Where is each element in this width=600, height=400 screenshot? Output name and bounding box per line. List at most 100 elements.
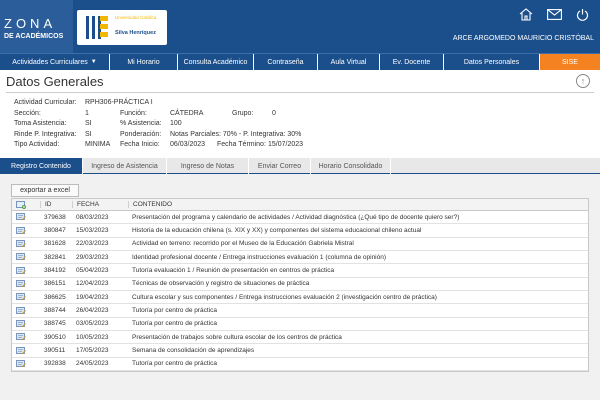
edit-icon[interactable] [12, 333, 40, 341]
table-row: 386625 19/04/2023 Cultura escolar y sus co… [12, 291, 588, 305]
cell-fecha: 05/04/2023 [76, 267, 109, 275]
cell-fecha: 24/05/2023 [76, 360, 109, 368]
table-row: 390510 10/05/2023 Presentación de trabajos… [12, 331, 588, 345]
nav-datos-personales[interactable]: Datos Personales [444, 54, 540, 70]
tab-bar: Registro Contenido Ingreso de Asistencia… [0, 158, 600, 174]
edit-icon[interactable] [12, 213, 40, 221]
cell-contenido: Tutoría por centro de práctica [132, 307, 218, 315]
cell-contenido: Técnicas de observación y registro de si… [132, 280, 310, 288]
info-label: Ponderación: [120, 130, 162, 138]
nav-sise[interactable]: SISE [540, 54, 600, 70]
info-label: Grupo: [232, 109, 254, 117]
university-name-line2: Silva Henríquez [115, 30, 156, 36]
export-excel-button[interactable]: exportar a excel [11, 184, 79, 197]
info-label: Fecha Término: [217, 141, 266, 148]
header: ZONA DE ACADÉMICOS Universidad Católica … [0, 0, 600, 53]
cell-fecha: 03/05/2023 [76, 320, 109, 328]
edit-icon[interactable] [12, 253, 40, 261]
cell-fecha: 10/05/2023 [76, 333, 109, 341]
info-value: 0 [272, 109, 276, 117]
nav-actividades-curriculares[interactable]: Actividades Curriculares ▼ [0, 54, 110, 70]
table-row: 384192 05/04/2023 Tutoría evaluación 1 / R… [12, 264, 588, 278]
tab-enviar-correo[interactable]: Enviar Correo [249, 158, 311, 174]
nav-ev-docente[interactable]: Ev. Docente [380, 54, 444, 70]
edit-icon[interactable] [12, 360, 40, 368]
table-row: 388745 03/05/2023 Tutoría por centro de pr… [12, 318, 588, 332]
nav-label: Consulta Académico [183, 58, 248, 66]
cell-id: 386151 [44, 280, 66, 288]
tab-horario-consolidado[interactable]: Horario Consolidado [311, 158, 391, 174]
cell-fecha: 26/04/2023 [76, 307, 109, 315]
edit-icon[interactable] [12, 293, 40, 301]
page-title: Datos Generales [6, 74, 104, 89]
add-row-icon[interactable] [12, 200, 40, 209]
column-header-id: ID [40, 201, 72, 208]
tab-label: Ingreso de Asistencia [91, 162, 158, 170]
cell-contenido: Tutoría por centro de práctica [132, 320, 218, 328]
table-body: 379638 08/03/2023 Presentación del program… [12, 211, 588, 372]
nav-contrasena[interactable]: Contraseña [254, 54, 318, 70]
nav-label: Datos Personales [463, 58, 520, 66]
content-table: ID FECHA CONTENIDO 379638 08/03/2023 Prese… [11, 198, 589, 373]
cell-id: 390511 [44, 347, 66, 355]
tab-label: Horario Consolidado [318, 162, 383, 170]
university-name-line1: Universidad Católica [115, 15, 157, 20]
edit-icon[interactable] [12, 226, 40, 235]
info-value: Notas Parciales: 70% - P. Integrativa: 3… [170, 130, 302, 138]
cell-contenido: Cultura escolar y sus componentes / Entr… [132, 293, 437, 301]
cell-id: 392838 [44, 360, 66, 368]
nav-mi-horario[interactable]: Mi Horario [110, 54, 178, 70]
header-icons [518, 7, 590, 21]
edit-icon[interactable] [12, 279, 40, 288]
home-icon[interactable] [518, 7, 534, 21]
edit-icon[interactable] [12, 239, 40, 248]
column-header-contenido: CONTENIDO [128, 201, 588, 208]
info-label: Tipo Actividad: [14, 141, 60, 148]
university-logo: Universidad Católica Silva Henríquez [77, 10, 167, 45]
cell-fecha: 08/03/2023 [76, 213, 109, 221]
nav-consulta-academico[interactable]: Consulta Académico [178, 54, 254, 70]
tab-ingreso-asistencia[interactable]: Ingreso de Asistencia [83, 158, 167, 174]
cell-id: 388744 [44, 307, 66, 315]
cell-fecha: 12/04/2023 [76, 280, 109, 288]
cell-id: 379638 [44, 213, 66, 221]
cell-contenido: Presentación de trabajos sobre cultura e… [132, 333, 342, 341]
cell-id: 381628 [44, 240, 66, 248]
edit-icon[interactable] [12, 320, 40, 328]
university-logo-mark [82, 13, 110, 42]
cell-contenido: Tutoría evaluación 1 / Reunión de presen… [132, 267, 335, 275]
edit-icon[interactable] [12, 306, 40, 315]
cell-fecha: 15/03/2023 [76, 227, 109, 235]
cell-contenido: Identidad profesional docente / Entrega … [132, 253, 387, 261]
arrow-up-icon[interactable]: ↑ [576, 74, 590, 88]
nav-aula-virtual[interactable]: Aula Virtual [318, 54, 380, 70]
info-value: 1 [85, 109, 89, 117]
power-icon[interactable] [574, 7, 590, 21]
cell-contenido: Tutoría por centro de práctica [132, 360, 218, 368]
cell-fecha: 22/03/2023 [76, 240, 109, 248]
info-value: CÁTEDRA [170, 109, 204, 117]
tab-ingreso-notas[interactable]: Ingreso de Notas [167, 158, 249, 174]
chevron-down-icon: ▼ [90, 59, 97, 65]
tab-label: Registro Contenido [11, 162, 71, 170]
info-value: MINIMA [85, 141, 111, 148]
table-row: 390511 17/05/2023 Semana de consolidación … [12, 344, 588, 358]
edit-icon[interactable] [12, 346, 40, 355]
info-value: 15/07/2023 [268, 141, 304, 148]
cell-contenido: Presentación del programa y calendario d… [132, 213, 460, 221]
cell-id: 388745 [44, 320, 66, 328]
cell-id: 386625 [44, 293, 66, 301]
nav-label: Contraseña [267, 58, 304, 66]
info-value: SI [85, 130, 92, 138]
edit-icon[interactable] [12, 266, 40, 275]
table-row: 381628 22/03/2023 Actividad en terreno: re… [12, 238, 588, 252]
tab-registro-contenido[interactable]: Registro Contenido [0, 158, 83, 174]
nav-label: Ev. Docente [392, 58, 431, 66]
nav-label: Aula Virtual [330, 58, 367, 66]
mail-icon[interactable] [546, 7, 562, 21]
table-header: ID FECHA CONTENIDO [12, 199, 588, 211]
info-label: Rinde P. Integrativa: [14, 130, 77, 138]
info-value: 100 [170, 120, 182, 127]
cell-fecha: 19/04/2023 [76, 293, 109, 301]
user-name: ARCE ARGOMEDO MAURICIO CRISTÓBAL [452, 35, 594, 42]
